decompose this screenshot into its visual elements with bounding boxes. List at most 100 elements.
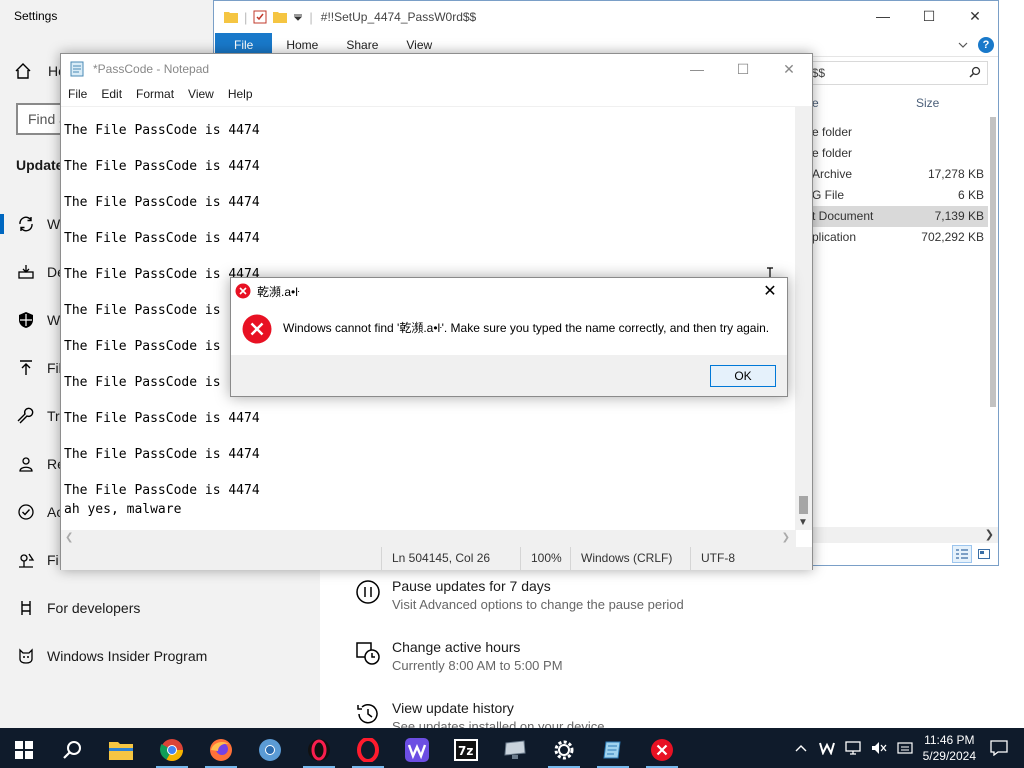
- settings-title: Settings: [14, 9, 58, 23]
- status-zoom: 100%: [520, 547, 570, 570]
- scrollbar-thumb[interactable]: [990, 117, 996, 407]
- pause-icon: [354, 578, 382, 606]
- file-row[interactable]: plication 702,292 KB: [812, 227, 988, 248]
- scroll-down-icon[interactable]: ▼: [798, 517, 808, 528]
- wrench-icon: [15, 405, 37, 427]
- text-line: The File PassCode is 4474: [64, 483, 260, 498]
- text-line: The File PassCode is: [64, 339, 221, 354]
- ok-button[interactable]: OK: [710, 365, 776, 387]
- file-size: 6 KB: [957, 188, 984, 202]
- network-icon[interactable]: [844, 741, 861, 755]
- search-icon: [969, 66, 981, 78]
- properties-check-icon[interactable]: [253, 10, 267, 24]
- active-hours-item[interactable]: Change active hours Currently 8:00 AM to…: [354, 639, 563, 673]
- settings-home-item[interactable]: Ho: [14, 62, 66, 80]
- opera-icon[interactable]: [344, 732, 392, 768]
- text-line: The File PassCode is 4474: [64, 159, 260, 174]
- check-circle-icon: [15, 501, 37, 523]
- text-line: The File PassCode is: [64, 303, 221, 318]
- system-clock[interactable]: 11:46 PM 5/29/2024: [923, 732, 976, 764]
- explorer-vertical-scrollbar[interactable]: [988, 87, 998, 417]
- nav-label: Windows Insider Program: [47, 648, 208, 664]
- large-icons-view-icon[interactable]: [974, 545, 994, 563]
- scroll-left-icon[interactable]: ❮: [65, 532, 73, 543]
- nav-for-developers[interactable]: For developers: [0, 588, 320, 628]
- file-size: 17,278 KB: [927, 167, 984, 181]
- file-explorer-icon[interactable]: [97, 732, 145, 768]
- pause-updates-subtitle: Visit Advanced options to change the pau…: [392, 597, 684, 612]
- chrome-icon[interactable]: [148, 732, 196, 768]
- menu-edit[interactable]: Edit: [94, 87, 129, 101]
- file-row-selected[interactable]: t Document 7,139 KB: [812, 206, 988, 227]
- column-header-type[interactable]: e: [812, 96, 819, 110]
- column-header-size[interactable]: Size: [916, 96, 939, 110]
- new-folder-icon[interactable]: [273, 11, 288, 23]
- menu-view[interactable]: View: [181, 87, 221, 101]
- column-headers: e Size: [812, 96, 988, 114]
- status-position: Ln 504145, Col 26: [381, 547, 521, 570]
- pause-updates-title: Pause updates for 7 days: [392, 578, 551, 594]
- scrollbar-thumb[interactable]: [799, 496, 808, 514]
- close-button[interactable]: ✕: [766, 54, 812, 84]
- nav-windows-insider[interactable]: Windows Insider Program: [0, 636, 320, 676]
- dialog-footer: OK: [231, 355, 787, 396]
- error-small-icon: [235, 283, 251, 299]
- settings-gear-icon[interactable]: [540, 732, 588, 768]
- nav-label: W: [47, 216, 61, 232]
- text-line: The File PassCode is 4474: [64, 123, 260, 138]
- active-indicator: [0, 214, 4, 234]
- menu-file[interactable]: File: [61, 87, 94, 101]
- notepad-icon: [69, 61, 85, 77]
- explorer-titlebar: | | #!!SetUp_4474_PassW0rd$$ — ☐ ✕: [214, 1, 998, 33]
- error-app-icon[interactable]: [638, 732, 686, 768]
- maximize-button[interactable]: ☐: [906, 1, 952, 31]
- svg-text:7z: 7z: [458, 744, 473, 758]
- details-view-icon[interactable]: [952, 545, 972, 563]
- start-icon[interactable]: [0, 732, 48, 768]
- file-row[interactable]: Archive 17,278 KB: [812, 164, 988, 185]
- file-row[interactable]: e folder: [812, 143, 988, 164]
- close-button[interactable]: ✕: [952, 1, 998, 31]
- minimize-button[interactable]: —: [674, 54, 720, 84]
- explorer-search-input[interactable]: rd$$: [794, 61, 988, 85]
- scroll-right-icon[interactable]: ❯: [985, 528, 994, 541]
- tray-app-w-icon[interactable]: [818, 741, 835, 755]
- text-line: The File PassCode is 4474: [64, 447, 260, 462]
- explorer-horizontal-scrollbar[interactable]: ❯: [812, 527, 998, 543]
- home-icon: [14, 62, 32, 80]
- dialog-close-button[interactable]: ✕: [755, 278, 785, 304]
- notepad-horizontal-scrollbar[interactable]: ❮ ❯: [61, 530, 796, 547]
- wondershare-icon[interactable]: [393, 732, 441, 768]
- scroll-right-icon[interactable]: ❯: [782, 532, 790, 543]
- show-hidden-icons-chevron-icon[interactable]: [795, 744, 807, 752]
- text-line: The File PassCode is: [64, 375, 221, 390]
- chromium-icon[interactable]: [246, 732, 294, 768]
- opera-gx-icon[interactable]: [295, 732, 343, 768]
- input-method-icon[interactable]: [897, 741, 913, 755]
- menu-help[interactable]: Help: [221, 87, 260, 101]
- toolbar-separator: |: [244, 9, 248, 25]
- volume-muted-icon[interactable]: [871, 741, 887, 755]
- notepad-vertical-scrollbar[interactable]: ▼: [795, 106, 812, 530]
- customize-dropdown-icon[interactable]: [293, 12, 303, 22]
- file-row[interactable]: G File 6 KB: [812, 185, 988, 206]
- maximize-button[interactable]: ☐: [720, 54, 766, 84]
- ribbon-expand-chevron-icon[interactable]: [958, 41, 968, 49]
- help-icon[interactable]: ?: [978, 36, 994, 53]
- firefox-icon[interactable]: [197, 732, 245, 768]
- minimize-button[interactable]: —: [860, 1, 906, 31]
- file-row[interactable]: e folder: [812, 122, 988, 143]
- error-dialog: 乾瀕.a•ŀ ✕ Windows cannot find '乾瀕.a•ŀ'. M…: [230, 277, 788, 397]
- menu-format[interactable]: Format: [129, 87, 181, 101]
- 7zip-icon[interactable]: 7z: [442, 732, 490, 768]
- nav-label: W: [47, 312, 61, 328]
- file-type: G File: [812, 188, 845, 202]
- network-drive-icon[interactable]: [491, 732, 539, 768]
- pause-updates-item[interactable]: Pause updates for 7 days Visit Advanced …: [354, 578, 684, 612]
- notifications-icon[interactable]: [990, 740, 1008, 756]
- notepad-title: *PassCode - Notepad: [93, 62, 210, 76]
- search-icon[interactable]: [48, 732, 96, 768]
- notepad-icon[interactable]: [589, 732, 637, 768]
- notepad-statusbar: Ln 504145, Col 26 100% Windows (CRLF) UT…: [61, 547, 812, 570]
- file-size: 7,139 KB: [934, 209, 984, 223]
